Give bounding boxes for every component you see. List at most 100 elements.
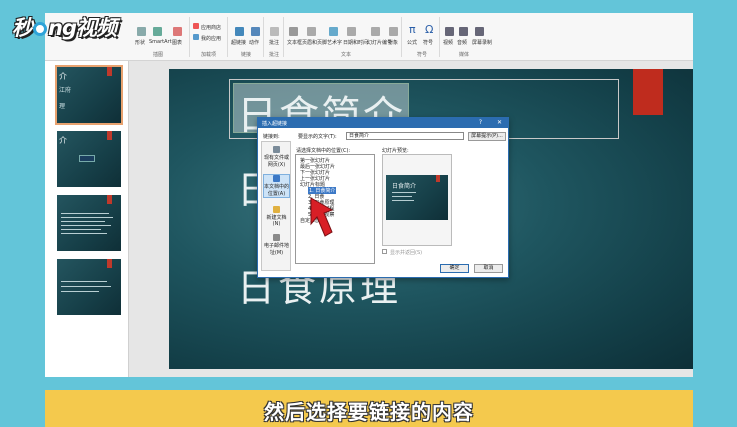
show-return-checkbox[interactable]: [382, 249, 387, 254]
slide-thumbnail-pane: 介 江府 理 介: [45, 61, 129, 377]
smartart-icon[interactable]: [153, 27, 162, 36]
ribbon-item-symbol[interactable]: 符号: [423, 39, 433, 46]
comment-icon[interactable]: [270, 27, 279, 36]
date-time-icon[interactable]: [347, 27, 356, 36]
store-icon[interactable]: [193, 23, 199, 29]
audio-icon[interactable]: [459, 27, 468, 36]
slide-thumbnail-3[interactable]: [57, 195, 121, 251]
link-this-document[interactable]: 本文档中的位置(A): [263, 174, 290, 198]
thumbnail-decoration: [107, 67, 112, 76]
thumbnail-decoration: [107, 131, 112, 140]
thumbnail-image: [79, 155, 95, 162]
ribbon-item-object[interactable]: 对象: [388, 39, 398, 46]
ribbon-item-audio[interactable]: 音频: [457, 39, 467, 46]
ribbon-item-video[interactable]: 视频: [443, 39, 453, 46]
preview-text-line: [392, 200, 414, 201]
show-return-label: 显示并返回(S): [390, 250, 423, 256]
thumbnail-text-line: [61, 217, 113, 218]
my-apps-icon[interactable]: [193, 34, 199, 40]
header-footer-icon[interactable]: [307, 27, 316, 36]
ribbon-item-chart[interactable]: 图表: [172, 39, 182, 46]
symbol-icon[interactable]: Ω: [425, 23, 433, 36]
preview-label: 幻灯片预览:: [382, 148, 409, 154]
dialog-titlebar: 插入超链接 ? ✕: [258, 118, 508, 128]
subtitle-text: 然后选择要链接的内容: [264, 400, 474, 424]
watermark-text: 秒: [12, 16, 33, 40]
preview-text-line: [392, 192, 416, 193]
watermark-o-icon: [33, 22, 47, 36]
hyperlink-icon[interactable]: [235, 27, 244, 36]
thumbnail-text: 江府: [59, 87, 72, 94]
help-icon[interactable]: ?: [479, 119, 482, 126]
dialog-title: 插入超链接: [262, 121, 288, 127]
ribbon-item-comment[interactable]: 批注: [269, 39, 279, 46]
thumbnail-text-line: [61, 286, 111, 287]
link-existing-file[interactable]: 现有文件或网页(X): [263, 146, 290, 168]
ribbon-item-equation[interactable]: 公式: [407, 39, 417, 46]
preview-title: 日食简介: [392, 183, 417, 190]
ribbon-item-shapes[interactable]: 形状: [135, 39, 145, 46]
slide-thumbnail-4[interactable]: [57, 259, 121, 315]
subtitle-bar: 然后选择要链接的内容: [45, 390, 693, 427]
group-label-links: 链接: [241, 52, 252, 58]
ribbon-separator: [227, 17, 228, 57]
group-label-comments: 批注: [269, 52, 280, 58]
object-icon[interactable]: [389, 27, 398, 36]
cancel-button[interactable]: 取消: [474, 264, 503, 273]
thumbnail-title: 介: [59, 136, 67, 145]
equation-icon[interactable]: π: [409, 23, 416, 36]
chart-icon[interactable]: [173, 27, 182, 36]
link-option-label: 新建文档(N): [266, 215, 287, 227]
ribbon-item-smartart[interactable]: SmartArt: [149, 39, 172, 45]
wordart-icon[interactable]: [329, 27, 338, 36]
ribbon-item-date-time[interactable]: 日期和时间: [343, 39, 368, 46]
ribbon-item-action[interactable]: 动作: [249, 39, 259, 46]
ribbon-item-store[interactable]: 应用商店: [201, 24, 221, 31]
group-label-illustrations: 插图: [153, 52, 164, 58]
thumbnail-text-line: [61, 225, 111, 226]
thumbnail-text-line: [61, 291, 99, 292]
link-option-label: 现有文件或网页(X): [263, 155, 289, 168]
ribbon-item-my-apps[interactable]: 我的应用: [201, 35, 221, 42]
ribbon-separator: [263, 17, 264, 57]
link-new-document[interactable]: 新建文档(N): [263, 206, 290, 227]
action-icon[interactable]: [251, 27, 260, 36]
ribbon-item-wordart[interactable]: 艺术字: [327, 39, 342, 46]
slide-preview: 日食简介: [382, 154, 452, 246]
ok-button[interactable]: 确定: [440, 264, 469, 273]
thumbnail-decoration: [107, 195, 112, 204]
ribbon-item-screen-record[interactable]: 屏幕录制: [472, 39, 492, 46]
textbox-icon[interactable]: [289, 27, 298, 36]
preview-text-line: [392, 196, 412, 197]
screen-tip-button[interactable]: 屏幕提示(P)...: [468, 132, 506, 141]
close-icon[interactable]: ✕: [497, 119, 502, 126]
insert-hyperlink-dialog: 插入超链接 ? ✕ 链接到: 要显示的文字(T): 日食简介 屏幕提示(P)..…: [257, 117, 509, 278]
thumbnail-text-line: [61, 281, 107, 282]
thumbnail-text-line: [61, 229, 101, 230]
select-place-label: 请选择文档中的位置(C):: [296, 148, 351, 154]
ribbon-item-hyperlink[interactable]: 超链接: [231, 39, 246, 46]
video-icon[interactable]: [445, 27, 454, 36]
video-frame: 形状 SmartArt 图表 插图 应用商店 我的应用 加载项 超链接 动作 链…: [0, 0, 737, 427]
link-type-bar: 现有文件或网页(X) 本文档中的位置(A) 新建文档(N) 电子邮件地址(M): [261, 141, 291, 271]
slide-thumbnail-2[interactable]: 介: [57, 131, 121, 187]
link-to-label: 链接到:: [263, 134, 280, 140]
link-email[interactable]: 电子邮件地址(M): [263, 234, 290, 256]
slide-thumbnail-1[interactable]: 介 江府 理: [55, 65, 123, 125]
screen-record-icon[interactable]: [475, 27, 484, 36]
display-text-input[interactable]: 日食简介: [346, 132, 464, 140]
new-document-icon: [273, 206, 280, 213]
ribbon-separator: [189, 17, 190, 57]
slide-decoration: [633, 69, 663, 115]
watermark-logo: 秒 ng视频: [12, 12, 117, 42]
ribbon-item-header-footer[interactable]: 页眉和页脚: [302, 39, 327, 46]
ribbon-item-textbox[interactable]: 文本框: [287, 39, 302, 46]
globe-icon: [273, 146, 280, 153]
thumbnail-text-line: [61, 213, 109, 214]
group-label-symbols: 符号: [417, 52, 428, 58]
group-label-text: 文本: [341, 52, 352, 58]
thumbnail-title: 介: [59, 72, 67, 81]
slide-number-icon[interactable]: [371, 27, 380, 36]
thumbnail-decoration: [107, 259, 112, 268]
shapes-icon[interactable]: [137, 27, 146, 36]
